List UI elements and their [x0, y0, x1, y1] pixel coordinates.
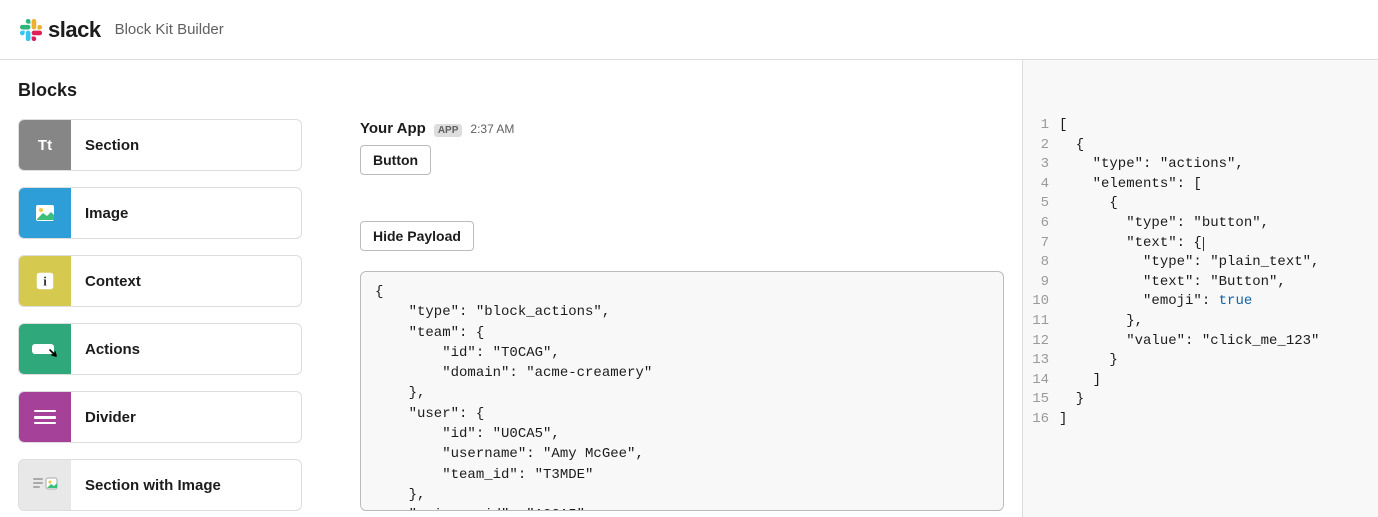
block-label: Section with Image	[71, 477, 221, 494]
editor-line[interactable]: 9 "text": "Button",	[1031, 273, 1366, 293]
app-header: slack Block Kit Builder	[0, 0, 1378, 60]
editor-line[interactable]: 3 "type": "actions",	[1031, 155, 1366, 175]
image-icon	[19, 188, 71, 238]
line-number: 12	[1031, 332, 1059, 352]
message-preview: Your App APP 2:37 AM Button Hide Payload…	[320, 60, 1022, 517]
block-label: Context	[71, 273, 141, 290]
sidebar-title: Blocks	[18, 80, 302, 101]
editor-line[interactable]: 7 "text": {	[1031, 234, 1366, 254]
line-number: 15	[1031, 390, 1059, 410]
block-label: Divider	[71, 409, 136, 426]
actions-icon	[19, 324, 71, 374]
block-label: Actions	[71, 341, 140, 358]
blocks-sidebar: Blocks Tt Section Image i Context Action…	[0, 60, 320, 517]
line-number: 7	[1031, 234, 1059, 254]
app-name: Your App	[360, 120, 426, 137]
line-number: 6	[1031, 214, 1059, 234]
block-label: Section	[71, 137, 139, 154]
editor-line[interactable]: 11 },	[1031, 312, 1366, 332]
editor-line[interactable]: 15 }	[1031, 390, 1366, 410]
line-number: 4	[1031, 175, 1059, 195]
line-number: 3	[1031, 155, 1059, 175]
editor-line[interactable]: 12 "value": "click_me_123"	[1031, 332, 1366, 352]
line-number: 10	[1031, 292, 1059, 312]
line-number: 5	[1031, 194, 1059, 214]
block-item-context[interactable]: i Context	[18, 255, 302, 307]
editor-line[interactable]: 10 "emoji": true	[1031, 292, 1366, 312]
line-number: 13	[1031, 351, 1059, 371]
editor-line[interactable]: 1[	[1031, 116, 1366, 136]
message-time: 2:37 AM	[470, 122, 514, 136]
slack-logo: slack	[20, 17, 101, 43]
line-number: 2	[1031, 136, 1059, 156]
slack-wordmark: slack	[48, 17, 101, 43]
block-item-image[interactable]: Image	[18, 187, 302, 239]
line-number: 16	[1031, 410, 1059, 430]
editor-line[interactable]: 2 {	[1031, 136, 1366, 156]
editor-line[interactable]: 6 "type": "button",	[1031, 214, 1366, 234]
json-editor[interactable]: 1[2 {3 "type": "actions",4 "elements": […	[1022, 60, 1378, 517]
section-with-image-icon	[19, 460, 71, 510]
payload-json[interactable]: { "type": "block_actions", "team": { "id…	[360, 271, 1004, 511]
block-item-actions[interactable]: Actions	[18, 323, 302, 375]
editor-line[interactable]: 8 "type": "plain_text",	[1031, 253, 1366, 273]
app-badge: APP	[434, 124, 463, 137]
editor-line[interactable]: 13 }	[1031, 351, 1366, 371]
hide-payload-button[interactable]: Hide Payload	[360, 221, 474, 251]
preview-button[interactable]: Button	[360, 145, 431, 175]
editor-line[interactable]: 4 "elements": [	[1031, 175, 1366, 195]
slack-icon	[20, 19, 42, 41]
message-header: Your App APP 2:37 AM	[360, 120, 1004, 137]
block-item-divider[interactable]: Divider	[18, 391, 302, 443]
svg-text:i: i	[43, 275, 47, 289]
editor-line[interactable]: 14 ]	[1031, 371, 1366, 391]
context-icon: i	[19, 256, 71, 306]
line-number: 1	[1031, 116, 1059, 136]
app-subtitle: Block Kit Builder	[115, 21, 224, 38]
block-label: Image	[71, 205, 128, 222]
section-icon: Tt	[19, 120, 71, 170]
line-number: 14	[1031, 371, 1059, 391]
divider-icon	[19, 392, 71, 442]
line-number: 11	[1031, 312, 1059, 332]
editor-line[interactable]: 5 {	[1031, 194, 1366, 214]
editor-line[interactable]: 16]	[1031, 410, 1366, 430]
block-item-section-with-image[interactable]: Section with Image	[18, 459, 302, 511]
block-item-section[interactable]: Tt Section	[18, 119, 302, 171]
line-number: 8	[1031, 253, 1059, 273]
line-number: 9	[1031, 273, 1059, 293]
